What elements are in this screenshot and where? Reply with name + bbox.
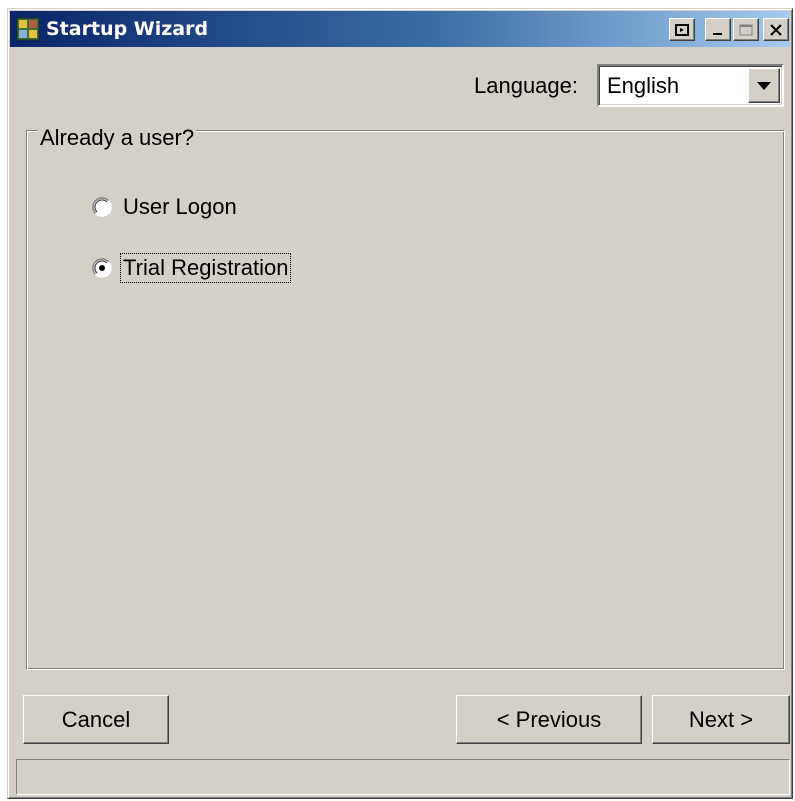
status-bar	[16, 759, 790, 795]
float-window-icon	[675, 23, 689, 36]
language-select[interactable]: English	[597, 64, 784, 107]
float-window-button[interactable]	[669, 18, 695, 41]
language-dropdown-button[interactable]	[748, 68, 780, 103]
next-button[interactable]: Next >	[652, 695, 790, 744]
close-icon	[770, 23, 782, 36]
title-bar[interactable]: Startup Wizard	[10, 11, 790, 47]
chevron-down-icon	[757, 81, 771, 90]
maximize-icon	[739, 24, 753, 35]
maximize-button[interactable]	[733, 18, 759, 41]
previous-button[interactable]: < Previous	[456, 695, 642, 744]
radio-selected-icon[interactable]	[92, 258, 112, 278]
language-value: English	[607, 73, 680, 98]
radio-trial-registration[interactable]: Trial Registration	[92, 253, 292, 283]
window-title: Startup Wizard	[46, 18, 209, 40]
radio-user-logon-label: User Logon	[123, 194, 237, 219]
startup-wizard-window: Startup Wizard Language: English Already…	[7, 8, 793, 799]
language-label: Language:	[474, 73, 578, 98]
cancel-button[interactable]: Cancel	[23, 695, 169, 744]
radio-trial-registration-label: Trial Registration	[119, 253, 292, 283]
minimize-icon	[713, 32, 722, 35]
radio-user-logon[interactable]: User Logon	[92, 192, 238, 222]
close-button[interactable]	[763, 18, 789, 41]
app-icon	[16, 17, 40, 41]
minimize-button[interactable]	[705, 18, 731, 41]
group-title: Already a user?	[38, 125, 197, 151]
radio-unselected-icon[interactable]	[92, 197, 112, 217]
